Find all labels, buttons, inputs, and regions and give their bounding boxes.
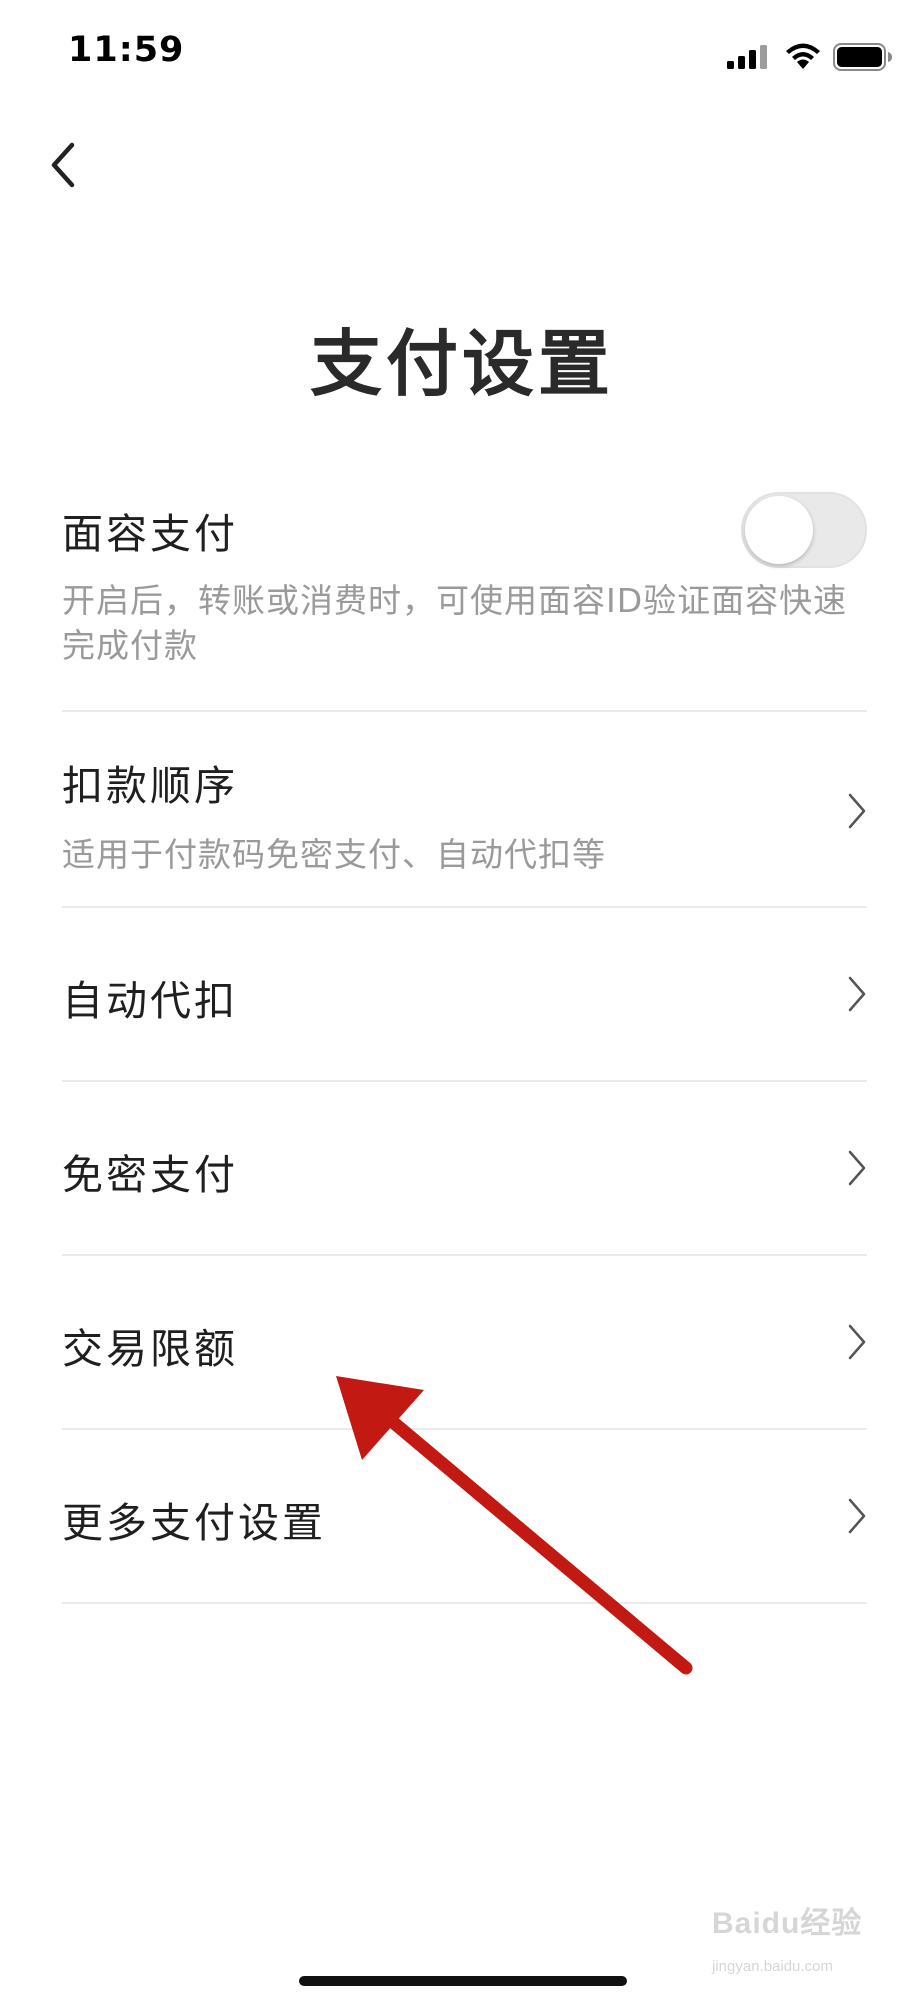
settings-row-password-free-pay[interactable]: 免密支付 — [62, 1082, 867, 1254]
settings-row-description: 开启后，转账或消费时，可使用面容ID验证面容快速完成付款 — [62, 581, 848, 665]
settings-row-auto-debit[interactable]: 自动代扣 — [62, 908, 867, 1080]
settings-row-description: 适用于付款码免密支付、自动代扣等 — [62, 835, 606, 874]
cellular-signal-icon — [727, 45, 767, 69]
settings-row-title: 面容支付 — [62, 510, 238, 558]
settings-row-more-pay-settings[interactable]: 更多支付设置 — [62, 1430, 867, 1602]
wifi-icon — [786, 43, 820, 69]
settings-row-face-pay: 面容支付 开启后，转账或消费时，可使用面容ID验证面容快速完成付款 — [62, 480, 867, 710]
page-title: 支付设置 — [309, 322, 614, 406]
settings-row-deduction-order[interactable]: 扣款顺序 适用于付款码免密支付、自动代扣等 — [62, 712, 867, 906]
battery-icon — [833, 43, 892, 71]
settings-row-title: 交易限额 — [62, 1325, 238, 1373]
chevron-left-icon — [51, 142, 75, 188]
settings-row-title: 自动代扣 — [62, 977, 238, 1025]
divider — [62, 1602, 867, 1604]
chevron-right-icon — [848, 1324, 866, 1360]
chevron-right-icon — [848, 1498, 866, 1534]
home-indicator — [299, 1976, 627, 1986]
chevron-right-icon — [848, 793, 866, 829]
toggle-knob — [745, 496, 813, 564]
chevron-right-icon — [848, 1150, 866, 1186]
settings-row-title: 扣款顺序 — [62, 762, 238, 810]
watermark-url: jingyan.baidu.com — [712, 1958, 833, 1975]
status-time: 11:59 — [68, 30, 185, 70]
chevron-right-icon — [848, 976, 866, 1012]
settings-row-transaction-limit[interactable]: 交易限额 — [62, 1256, 867, 1428]
back-button[interactable] — [28, 130, 98, 200]
face-pay-toggle[interactable] — [741, 492, 867, 568]
settings-row-title: 更多支付设置 — [62, 1499, 326, 1547]
settings-row-title: 免密支付 — [62, 1151, 238, 1199]
status-bar: 11:59 — [0, 0, 924, 110]
